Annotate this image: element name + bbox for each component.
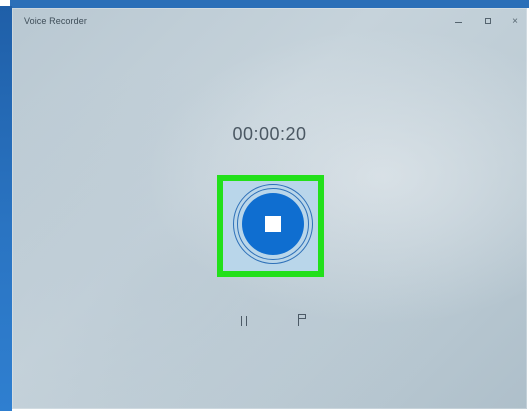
minimize-button[interactable]: [448, 13, 468, 29]
pause-icon-bar: [246, 316, 247, 326]
maximize-icon: [485, 18, 491, 24]
stop-recording-button[interactable]: [242, 193, 304, 255]
close-icon: ×: [512, 15, 518, 27]
close-button[interactable]: ×: [505, 13, 525, 29]
flag-icon-cloth: [299, 314, 306, 319]
screenshot-frame: Voice Recorder × 00:00:20: [0, 0, 529, 411]
desktop-top-edge: [10, 0, 529, 8]
stop-icon: [265, 216, 281, 232]
elapsed-time: 00:00:20: [232, 124, 307, 144]
app-title: Voice Recorder: [24, 16, 87, 26]
pause-button[interactable]: [235, 312, 253, 330]
title-bar[interactable]: Voice Recorder ×: [12, 8, 527, 34]
add-marker-button[interactable]: [293, 311, 311, 329]
minimize-icon: [454, 22, 462, 23]
voice-recorder-window: Voice Recorder × 00:00:20: [12, 8, 527, 409]
desktop-left-edge: [0, 6, 12, 411]
pause-icon: [241, 316, 242, 326]
maximize-button[interactable]: [478, 13, 498, 29]
